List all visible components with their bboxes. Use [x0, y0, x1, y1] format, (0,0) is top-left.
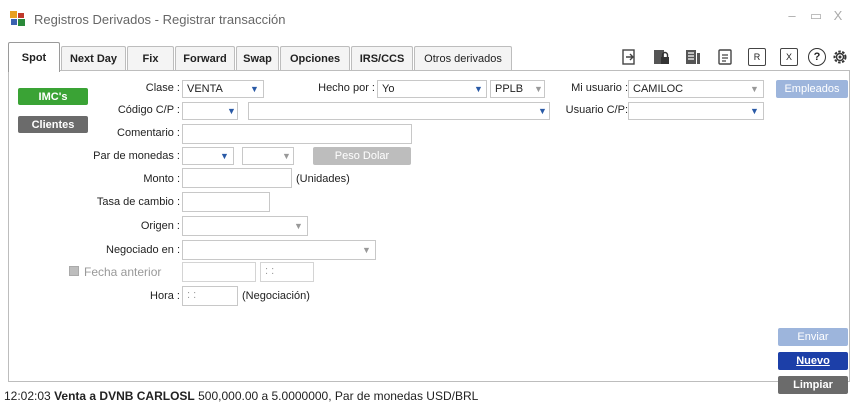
chevron-down-icon: ▼ — [750, 84, 759, 94]
document-arrow-icon[interactable] — [620, 48, 638, 66]
chevron-down-icon: ▼ — [282, 151, 291, 161]
x-document-icon[interactable]: X — [780, 48, 798, 66]
app-logo-icon — [10, 11, 25, 26]
lock-document-icon[interactable] — [652, 48, 670, 66]
hecho-por-select[interactable]: Yo — [377, 80, 487, 98]
chevron-down-icon: ▼ — [474, 84, 483, 94]
codigo-cp-label: Código C/P : — [117, 104, 180, 116]
status-bar: 12:02:03 Venta a DVNB CARLOSL 500,000.00… — [4, 389, 478, 403]
nuevo-button[interactable]: Nuevo — [778, 352, 848, 370]
hecho-por-label: Hecho por : — [318, 82, 375, 94]
fecha-anterior-time-input[interactable]: : : — [260, 262, 314, 282]
title-bar: Registros Derivados - Registrar transacc… — [0, 0, 852, 38]
monto-label: Monto : — [143, 173, 180, 185]
mi-usuario-select[interactable]: CAMILOC — [628, 80, 764, 98]
tasa-cambio-label: Tasa de cambio : — [96, 196, 180, 208]
contraparte-name-select[interactable] — [248, 102, 550, 120]
imcs-button[interactable]: IMC's — [18, 88, 88, 105]
tab-irs-ccs[interactable]: IRS/CCS — [351, 46, 413, 71]
negociado-en-label: Negociado en : — [106, 244, 180, 256]
empleados-button[interactable]: Empleados — [776, 80, 848, 98]
negociacion-note: (Negociación) — [242, 290, 310, 302]
peso-dolar-button[interactable]: Peso Dolar — [313, 147, 411, 165]
status-rest-text: 500,000.00 a 5.0000000, Par de monedas U… — [198, 389, 479, 403]
mi-usuario-label: Mi usuario : — [571, 82, 628, 94]
status-bold-text: Venta a DVNB CARLOSL — [54, 389, 195, 403]
chevron-down-icon: ▼ — [250, 84, 259, 94]
chevron-down-icon: ▼ — [538, 106, 547, 116]
clientes-button[interactable]: Clientes — [18, 116, 88, 133]
usuario-cp-select[interactable] — [628, 102, 764, 120]
tab-forward[interactable]: Forward — [175, 46, 235, 71]
tab-fix[interactable]: Fix — [127, 46, 174, 71]
chevron-down-icon: ▼ — [294, 221, 303, 231]
maximize-button[interactable]: ▭ — [806, 8, 826, 24]
par-monedas-label: Par de monedas : — [93, 150, 180, 162]
report-document-icon[interactable] — [716, 48, 734, 66]
r-document-icon[interactable]: R — [748, 48, 766, 66]
tab-swap[interactable]: Swap — [236, 46, 279, 71]
chevron-down-icon: ▼ — [534, 84, 543, 94]
chevron-down-icon: ▼ — [227, 106, 236, 116]
minimize-button[interactable]: – — [782, 8, 802, 23]
fecha-anterior-label: Fecha anterior — [84, 265, 162, 279]
origen-select[interactable] — [182, 216, 308, 236]
tab-opciones[interactable]: Opciones — [280, 46, 350, 71]
tab-otros-derivados[interactable]: Otros derivados — [414, 46, 512, 71]
comentario-input[interactable] — [182, 124, 412, 144]
negociado-en-select[interactable] — [182, 240, 376, 260]
hora-label: Hora : — [150, 290, 180, 302]
tab-next-day[interactable]: Next Day — [61, 46, 126, 71]
chevron-down-icon: ▼ — [362, 245, 371, 255]
list-document-icon[interactable] — [684, 48, 702, 66]
close-button[interactable]: X — [828, 8, 848, 23]
tasa-cambio-input[interactable] — [182, 192, 270, 212]
window-title: Registros Derivados - Registrar transacc… — [34, 12, 286, 27]
settings-icon[interactable] — [831, 48, 849, 66]
hora-input[interactable]: : : — [182, 286, 238, 306]
fecha-anterior-checkbox[interactable] — [69, 266, 79, 276]
limpiar-button[interactable]: Limpiar — [778, 376, 848, 394]
chevron-down-icon: ▼ — [220, 151, 229, 161]
comentario-label: Comentario : — [117, 127, 180, 139]
chevron-down-icon: ▼ — [750, 106, 759, 116]
help-icon[interactable]: ? — [808, 48, 826, 66]
monto-unit-label: (Unidades) — [296, 173, 350, 185]
usuario-cp-label: Usuario C/P: — [565, 104, 628, 116]
clase-label: Clase : — [145, 82, 180, 94]
enviar-button[interactable]: Enviar — [778, 328, 848, 346]
monto-input[interactable] — [182, 168, 292, 188]
status-time: 12:02:03 — [4, 389, 51, 403]
fecha-anterior-date-input[interactable] — [182, 262, 256, 282]
origen-label: Origen : — [140, 220, 180, 232]
tab-spot[interactable]: Spot — [8, 42, 60, 72]
